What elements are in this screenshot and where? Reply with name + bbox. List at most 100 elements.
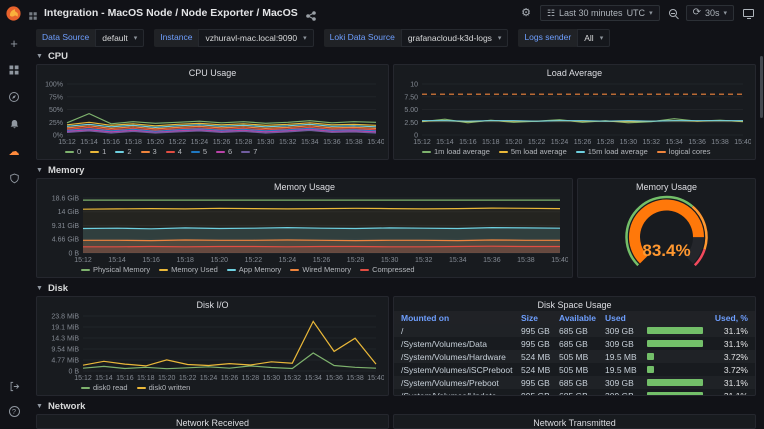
legend-item[interactable]: 7 xyxy=(241,147,257,156)
column-header[interactable]: Used, % xyxy=(647,313,748,323)
legend-item[interactable]: disk0 written xyxy=(137,383,191,392)
legend-item[interactable]: 2 xyxy=(115,147,131,156)
x-axis-label: 15:22 xyxy=(169,139,187,146)
variable-value-dropdown[interactable]: All▾ xyxy=(577,29,610,47)
alerting-bell-icon[interactable] xyxy=(7,117,21,131)
legend-item[interactable]: Compressed xyxy=(360,265,415,274)
legend-swatch xyxy=(81,387,90,389)
section-header-network[interactable]: ▼ Network xyxy=(36,401,756,411)
configuration-shield-icon[interactable] xyxy=(7,171,21,185)
x-axis-label: 15:24 xyxy=(551,139,569,146)
zoom-out-icon[interactable] xyxy=(669,9,677,17)
share-icon[interactable] xyxy=(306,8,316,18)
legend-item[interactable]: 4 xyxy=(166,147,182,156)
legend-item[interactable]: App Memory xyxy=(227,265,282,274)
time-range-label: Last 30 minutes xyxy=(559,8,623,18)
panel-title[interactable]: Disk I/O xyxy=(37,297,388,311)
legend-item[interactable]: 6 xyxy=(216,147,232,156)
table-cell: 995 GB xyxy=(521,378,559,388)
legend-swatch xyxy=(216,151,225,153)
grafana-logo-icon[interactable] xyxy=(5,5,22,22)
column-header[interactable]: Used xyxy=(605,313,647,323)
table-cell: 505 MB xyxy=(559,365,605,375)
memory-gauge[interactable] xyxy=(578,193,755,277)
panel-title[interactable]: CPU Usage xyxy=(37,65,388,79)
legend-item[interactable]: disk0 read xyxy=(81,383,128,392)
scrollbar-thumb[interactable] xyxy=(760,56,763,118)
x-axis-label: 15:30 xyxy=(257,139,275,146)
table-row: /System/Volumes/Data995 GB685 GB309 GB31… xyxy=(394,337,755,350)
x-axis-label: 15:12 xyxy=(74,375,92,382)
legend-item[interactable]: Wired Memory xyxy=(290,265,351,274)
section-header-memory[interactable]: ▼ Memory xyxy=(36,165,756,175)
legend-item[interactable]: 15m load average xyxy=(576,147,648,156)
panel-title[interactable]: Memory Usage xyxy=(37,179,572,193)
explore-compass-icon[interactable] xyxy=(7,90,21,104)
grafana-cloud-icon[interactable]: ☁ xyxy=(7,144,21,158)
y-axis-label: 14.3 MiB xyxy=(51,335,79,342)
legend-swatch xyxy=(576,151,585,153)
cpu-row: CPU Usage 0%25%50%75%100%15:1215:1415:16… xyxy=(36,64,756,160)
table-cell: 685 GB xyxy=(559,339,605,349)
section-header-cpu[interactable]: ▼ CPU xyxy=(36,51,756,61)
sign-out-icon[interactable] xyxy=(7,379,21,393)
legend-label: 5m load average xyxy=(511,147,567,156)
refresh-icon[interactable]: ⟳ xyxy=(693,8,701,18)
legend-label: Wired Memory xyxy=(302,265,351,274)
cpu-usage-chart[interactable]: 0%25%50%75%100%15:1215:1415:1615:1815:20… xyxy=(41,79,384,146)
time-range-picker[interactable]: ☷ Last 30 minutes UTC ▾ xyxy=(540,5,660,21)
page-title[interactable]: Integration - MacOS Node / Node Exporter… xyxy=(44,7,298,19)
dashboards-grid-icon[interactable] xyxy=(7,63,21,77)
legend-item[interactable]: logical cores xyxy=(657,147,711,156)
disk-io-chart[interactable]: 0 B4.77 MiB9.54 MiB14.3 MiB19.1 MiB23.8 … xyxy=(41,311,384,382)
x-axis-label: 15:16 xyxy=(116,375,134,382)
gauge-value: 83.4% xyxy=(578,241,755,261)
legend-swatch xyxy=(657,151,666,153)
legend-label: 1m load average xyxy=(434,147,490,156)
legend-item[interactable]: Physical Memory xyxy=(81,265,150,274)
legend-item[interactable]: 5 xyxy=(191,147,207,156)
x-axis-label: 15:40 xyxy=(734,139,751,146)
legend-swatch xyxy=(191,151,200,153)
legend-item[interactable]: 0 xyxy=(65,147,81,156)
load-average-chart[interactable]: 02.505.007.501015:1215:1415:1615:1815:20… xyxy=(398,79,751,146)
x-axis-label: 15:12 xyxy=(74,257,92,264)
refresh-control[interactable]: ⟳ 30s ▾ xyxy=(686,5,734,21)
legend-item[interactable]: 1 xyxy=(90,147,106,156)
settings-gear-icon[interactable]: ⚙ xyxy=(521,8,531,19)
memory-row: Memory Usage 0 B4.66 GiB9.31 GiB14 GiB18… xyxy=(36,178,756,278)
panel-title[interactable]: Memory Usage xyxy=(578,179,755,193)
refresh-interval-label[interactable]: 30s xyxy=(705,8,720,18)
legend-item[interactable]: 1m load average xyxy=(422,147,490,156)
x-axis-label: 15:12 xyxy=(58,139,76,146)
help-icon[interactable]: ? xyxy=(9,406,20,417)
legend-item[interactable]: 3 xyxy=(141,147,157,156)
legend-item[interactable]: 5m load average xyxy=(499,147,567,156)
chevron-down-icon: ▼ xyxy=(36,167,43,174)
legend-label: 3 xyxy=(153,147,157,156)
panel-title[interactable]: Network Received xyxy=(37,415,388,429)
section-header-disk[interactable]: ▼ Disk xyxy=(36,283,756,293)
variable-value-dropdown[interactable]: default▾ xyxy=(95,29,144,47)
legend-label: 5 xyxy=(203,147,207,156)
variable-value-dropdown[interactable]: vzhuravl-mac.local:9090▾ xyxy=(198,29,313,47)
legend-item[interactable]: Memory Used xyxy=(159,265,218,274)
variable-value-dropdown[interactable]: grafanacloud-k3d-logs▾ xyxy=(401,29,509,47)
used-percent-cell: 3.72% xyxy=(647,365,748,375)
column-header[interactable]: Available xyxy=(559,313,605,323)
legend-swatch xyxy=(166,151,175,153)
memory-usage-chart[interactable]: 0 B4.66 GiB9.31 GiB14 GiB18.6 GiB15:1215… xyxy=(41,193,568,264)
column-header[interactable]: Mounted on xyxy=(401,313,521,323)
panel-title[interactable]: Load Average xyxy=(394,65,755,79)
disk-space-usage-panel: Disk Space Usage Mounted onSizeAvailable… xyxy=(393,296,756,396)
panel-title[interactable]: Disk Space Usage xyxy=(394,297,755,311)
create-plus-icon[interactable]: + xyxy=(7,36,21,50)
usage-percent: 31.1% xyxy=(724,326,748,336)
panel-title[interactable]: Network Transmitted xyxy=(394,415,755,429)
network-transmitted-panel: Network Transmitted xyxy=(393,414,756,429)
variable-loki-data-source: Loki Data Source grafanacloud-k3d-logs▾ xyxy=(324,29,509,47)
column-header[interactable]: Size xyxy=(521,313,559,323)
kiosk-mode-icon[interactable] xyxy=(743,9,754,17)
x-axis-label: 15:18 xyxy=(482,139,500,146)
x-axis-label: 15:28 xyxy=(242,375,260,382)
